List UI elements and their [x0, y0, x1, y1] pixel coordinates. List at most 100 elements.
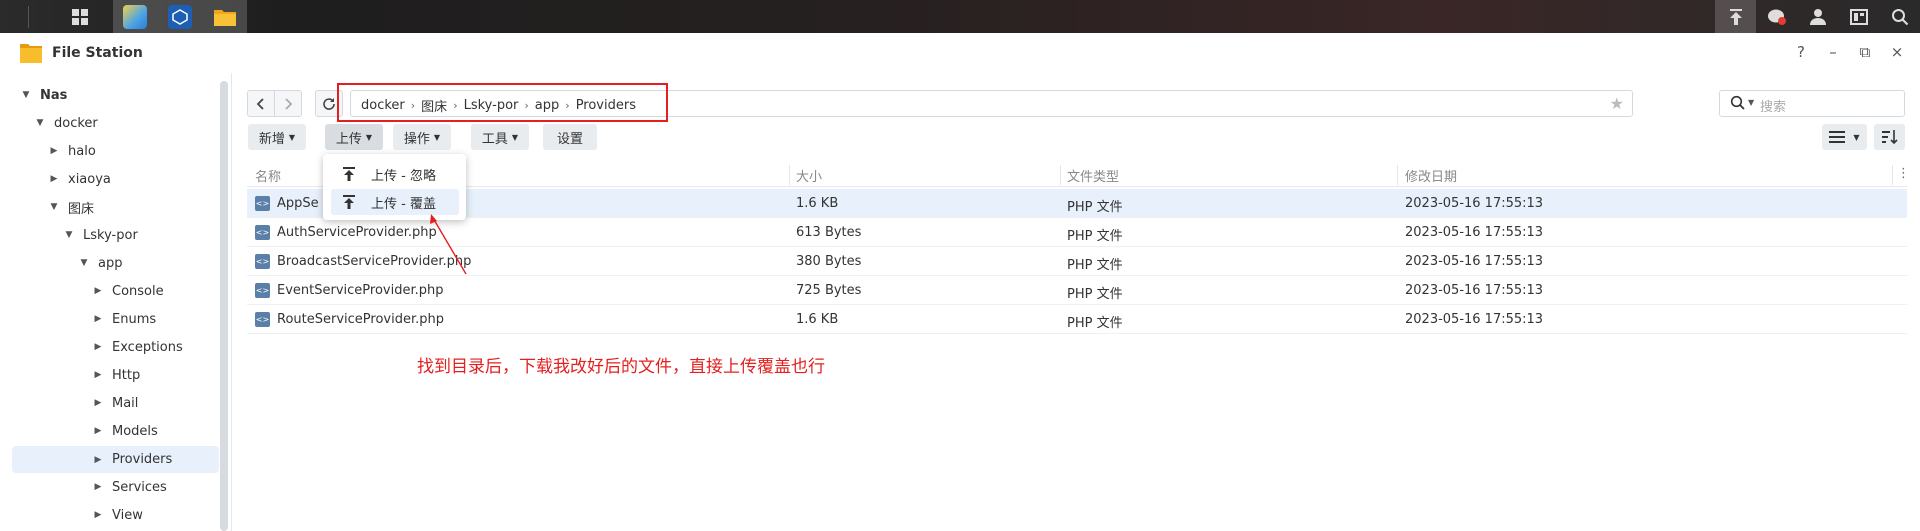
taskbar-divider [28, 5, 29, 28]
chevron-right-icon[interactable]: ▶ [92, 398, 104, 408]
column-divider[interactable] [1060, 165, 1061, 185]
chevron-down-icon[interactable]: ▼ [48, 202, 60, 212]
action-button[interactable]: 操作 ▼ [393, 124, 451, 150]
column-divider[interactable] [1397, 165, 1398, 185]
chevron-right-icon[interactable]: ▶ [92, 314, 104, 324]
search-dropdown-caret-icon[interactable]: ▼ [1748, 98, 1754, 107]
chevron-down-icon[interactable]: ▼ [63, 230, 75, 240]
user-icon[interactable] [1797, 0, 1838, 33]
help-icon[interactable]: ? [1792, 43, 1810, 61]
close-icon[interactable]: × [1888, 43, 1906, 61]
tree-item-mail[interactable]: ▶ Mail [92, 391, 139, 415]
php-file-icon: <> [255, 225, 270, 240]
sidebar-scrollbar[interactable] [220, 81, 228, 531]
tree-item-label: Providers [112, 452, 173, 467]
grid-icon[interactable] [61, 0, 99, 33]
minimize-icon[interactable]: – [1824, 43, 1842, 61]
new-label: 新增 [258, 131, 285, 147]
chevron-right-icon[interactable]: ▶ [92, 482, 104, 492]
search-input[interactable]: ▼ 搜索 [1719, 90, 1905, 117]
tools-button[interactable]: 工具 ▼ [471, 124, 529, 150]
tree-item-view[interactable]: ▶ View [92, 503, 143, 527]
chevron-right-icon[interactable]: ▶ [92, 286, 104, 296]
tree-item-enums[interactable]: ▶ Enums [92, 307, 157, 331]
image-app-icon[interactable] [123, 4, 148, 29]
file-size: 613 Bytes [796, 225, 862, 240]
window-titlebar: File Station ? – ⧉ × [0, 33, 1920, 73]
table-row[interactable]: <> AuthServiceProvider.php 613 Bytes PHP… [247, 218, 1907, 247]
chevron-right-icon[interactable]: ▶ [48, 146, 60, 156]
tree-item-nas[interactable]: ▼ Nas [20, 83, 68, 107]
column-options-icon[interactable]: ⋮ [1897, 166, 1910, 181]
column-header-type[interactable]: 文件类型 [1067, 166, 1119, 185]
tree-item-http[interactable]: ▶ Http [92, 363, 141, 387]
file-type: PHP 文件 [1067, 287, 1123, 302]
upload-arrow-icon [339, 167, 359, 181]
table-row[interactable]: <> AppSe 1.6 KB PHP 文件 2023-05-16 17:55:… [247, 189, 1907, 218]
tree-item-lsky-por[interactable]: ▼ Lsky-por [63, 223, 138, 247]
file-size: 1.6 KB [796, 196, 839, 211]
caret-down-icon: ▼ [511, 132, 519, 142]
upload-skip-menu-item[interactable]: 上传 - 忽略 [331, 161, 459, 187]
tree-item-exceptions[interactable]: ▶ Exceptions [92, 335, 183, 359]
tree-item-console[interactable]: ▶ Console [92, 279, 164, 303]
favorite-star-icon[interactable]: ★ [1610, 94, 1624, 113]
file-type: PHP 文件 [1067, 229, 1123, 244]
file-type: PHP 文件 [1067, 258, 1123, 273]
settings-button[interactable]: 设置 [543, 124, 597, 150]
chevron-down-icon[interactable]: ▼ [34, 118, 46, 128]
restore-icon[interactable]: ⧉ [1856, 43, 1874, 61]
file-type: PHP 文件 [1067, 200, 1123, 215]
table-row[interactable]: <> RouteServiceProvider.php 1.6 KB PHP 文… [247, 305, 1907, 334]
search-icon[interactable] [1879, 0, 1920, 33]
chevron-right-icon[interactable]: ▶ [92, 370, 104, 380]
file-name: EventServiceProvider.php [277, 283, 444, 298]
tree-item-app[interactable]: ▼ app [78, 251, 123, 275]
chevron-right-icon[interactable]: ▶ [92, 426, 104, 436]
sort-button[interactable] [1874, 124, 1905, 150]
tree-item-label: Services [112, 479, 167, 495]
folder-app-icon[interactable] [213, 5, 237, 29]
container-app-icon[interactable] [167, 4, 192, 29]
column-header-name[interactable]: 名称 [255, 166, 281, 185]
forward-button[interactable] [274, 90, 302, 117]
tree-item-xiaoya[interactable]: ▶ xiaoya [48, 167, 111, 191]
php-file-icon: <> [255, 312, 270, 327]
widget-icon[interactable] [1838, 0, 1879, 33]
tree-item-halo[interactable]: ▶ halo [48, 139, 96, 163]
upload-overwrite-menu-item[interactable]: 上传 - 覆盖 [331, 189, 459, 215]
column-divider[interactable] [1892, 165, 1893, 185]
tree-item-docker[interactable]: ▼ docker [34, 111, 98, 135]
chat-icon[interactable] [1756, 0, 1797, 33]
chevron-right-icon[interactable]: ▶ [92, 510, 104, 520]
chevron-down-icon[interactable]: ▼ [20, 90, 32, 100]
chevron-right-icon[interactable]: ▶ [92, 455, 104, 465]
column-header-modified[interactable]: 修改日期 [1405, 166, 1457, 185]
chevron-right-icon[interactable]: ▶ [48, 174, 60, 184]
tree-item-providers[interactable]: ▶ Providers [12, 446, 219, 473]
tree-item-label: docker [54, 115, 98, 131]
file-modified: 2023-05-16 17:55:13 [1405, 254, 1544, 269]
upload-button[interactable]: 上传 ▼ [325, 124, 383, 150]
table-row[interactable]: <> BroadcastServiceProvider.php 380 Byte… [247, 247, 1907, 276]
list-view-button[interactable]: ▼ [1822, 124, 1867, 150]
chevron-right-icon[interactable]: ▶ [92, 342, 104, 352]
file-size: 725 Bytes [796, 283, 862, 298]
menu-item-label: 上传 - 覆盖 [371, 196, 436, 212]
new-button[interactable]: 新增 ▼ [248, 124, 306, 150]
back-button[interactable] [247, 90, 275, 117]
tree-item-tuchuang[interactable]: ▼ 图床 [48, 195, 94, 219]
upload-icon[interactable] [1715, 0, 1756, 33]
file-modified: 2023-05-16 17:55:13 [1405, 312, 1544, 327]
chevron-down-icon[interactable]: ▼ [78, 258, 90, 268]
tree-item-label: Mail [112, 395, 139, 411]
php-file-icon: <> [255, 196, 270, 211]
tree-item-models[interactable]: ▶ Models [92, 419, 158, 443]
tree-item-services[interactable]: ▶ Services [92, 475, 167, 499]
taskbar-apps [113, 0, 247, 33]
table-row[interactable]: <> EventServiceProvider.php 725 Bytes PH… [247, 276, 1907, 305]
file-modified: 2023-05-16 17:55:13 [1405, 283, 1544, 298]
column-divider[interactable] [789, 165, 790, 185]
file-station-logo-icon [19, 42, 43, 68]
column-header-size[interactable]: 大小 [796, 166, 822, 185]
